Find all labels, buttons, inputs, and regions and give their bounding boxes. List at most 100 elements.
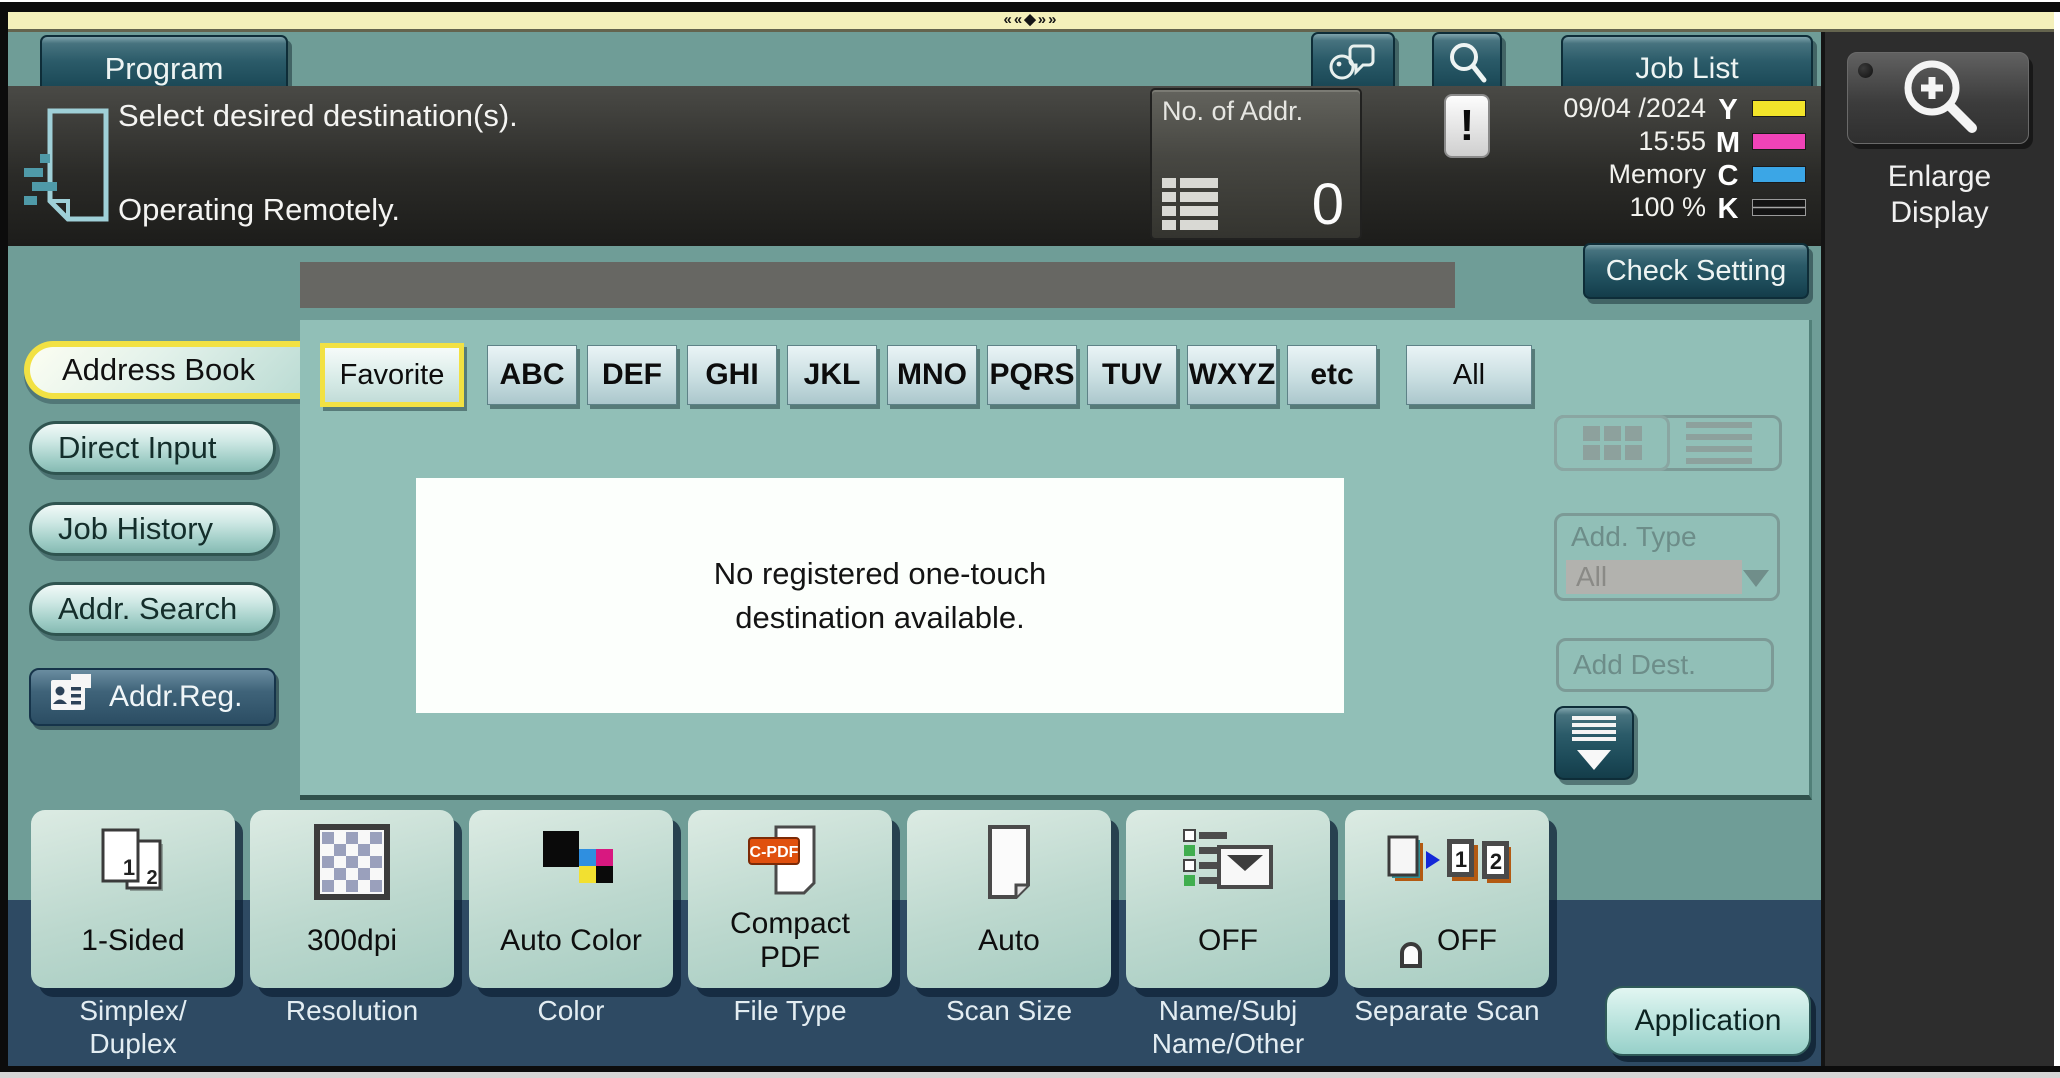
memory-label: Memory xyxy=(1488,158,1706,191)
alert-icon[interactable]: ! xyxy=(1444,94,1490,158)
name-subject-card[interactable]: OFF xyxy=(1126,810,1330,988)
svg-text:C-PDF: C-PDF xyxy=(750,844,799,861)
file-type-label: File Type xyxy=(688,994,892,1027)
pages-1-2-icon: 2 1 xyxy=(31,820,235,904)
sidebar-item-job-history[interactable]: Job History xyxy=(29,502,276,556)
tab-pqrs[interactable]: PQRS xyxy=(987,345,1077,405)
sidebar-item-direct-input[interactable]: Direct Input xyxy=(29,421,276,475)
separate-scan-value: OFF xyxy=(1437,924,1497,958)
widget-handle-strip[interactable]: ««◆»» xyxy=(8,12,2054,32)
grid-view-icon[interactable] xyxy=(1554,415,1670,471)
blank-page-icon xyxy=(907,820,1111,904)
toner-letter-m: M xyxy=(1708,127,1748,160)
svg-text:2: 2 xyxy=(1490,849,1502,874)
name-subject-label: Name/Subj Name/Other xyxy=(1126,994,1330,1060)
bezel-bottom-edge xyxy=(0,1072,2060,1078)
tab-jkl[interactable]: JKL xyxy=(787,345,877,405)
scan-document-icon xyxy=(24,106,116,231)
resolution-card[interactable]: 300dpi xyxy=(250,810,454,988)
svg-text:1: 1 xyxy=(1455,847,1467,872)
enlarge-display-label-line2: Display xyxy=(1825,196,2054,230)
color-value: Auto Color xyxy=(469,904,673,978)
add-type-dropdown[interactable]: All xyxy=(1566,560,1742,594)
add-type-label: Add. Type xyxy=(1571,521,1697,553)
scroll-down-button[interactable] xyxy=(1554,706,1634,780)
enlarge-display-button[interactable] xyxy=(1847,52,2029,144)
separate-scan-label: Separate Scan xyxy=(1345,994,1549,1027)
toner-letter-y: Y xyxy=(1708,94,1748,127)
chevron-down-icon xyxy=(1577,750,1611,770)
mini-page-icon xyxy=(1397,905,1425,977)
toner-bar-magenta xyxy=(1752,133,1806,150)
color-label: Color xyxy=(469,994,673,1027)
halftone-icon xyxy=(250,820,454,904)
tab-ghi[interactable]: GHI xyxy=(687,345,777,405)
list-envelope-icon xyxy=(1126,820,1330,904)
simplex-duplex-label: Simplex/ Duplex xyxy=(31,994,235,1060)
scan-size-value: Auto xyxy=(907,904,1111,978)
add-dest-button[interactable]: Add Dest. xyxy=(1556,638,1774,692)
magnifier-plus-icon xyxy=(1892,54,1984,143)
address-book-panel: Favorite ABC DEF GHI JKL MNO PQRS TUV WX… xyxy=(300,320,1812,800)
tab-abc[interactable]: ABC xyxy=(487,345,577,405)
separate-scan-card[interactable]: 1 2 OFF xyxy=(1345,810,1549,988)
separate-pages-icon: 1 2 xyxy=(1345,820,1549,904)
file-type-card[interactable]: C-PDF Compact PDF xyxy=(688,810,892,988)
memory-value: 100 % xyxy=(1488,191,1706,224)
address-count-label: No. of Addr. xyxy=(1162,96,1303,127)
toner-bar-cyan xyxy=(1752,166,1806,183)
toner-bar-yellow xyxy=(1752,100,1806,117)
status-time: 15:55 xyxy=(1488,125,1706,158)
sidebar-item-address-book[interactable]: Address Book xyxy=(24,341,300,399)
svg-text:1: 1 xyxy=(123,855,135,880)
destination-display-bar xyxy=(300,262,1455,308)
color-squares-icon xyxy=(469,820,673,904)
resolution-label: Resolution xyxy=(250,994,454,1027)
list-view-icon[interactable] xyxy=(1669,418,1769,468)
simplex-duplex-card[interactable]: 2 1 1-Sided xyxy=(31,810,235,988)
empty-destination-message: No registered one-touch destination avai… xyxy=(416,478,1344,713)
color-card[interactable]: Auto Color xyxy=(469,810,673,988)
view-toggle[interactable] xyxy=(1554,415,1782,471)
application-button[interactable]: Application xyxy=(1605,986,1811,1056)
mfp-touchscreen: ««◆»» Program xyxy=(0,0,2060,1078)
simplex-duplex-value: 1-Sided xyxy=(31,904,235,978)
tab-etc[interactable]: etc xyxy=(1287,345,1377,405)
machine-info: 09/04 /2024 15:55 Memory 100 % xyxy=(1488,92,1706,224)
toner-letter-k: K xyxy=(1708,193,1748,226)
tab-wxyz[interactable]: WXYZ xyxy=(1187,345,1277,405)
add-type-group: Add. Type All xyxy=(1554,513,1780,601)
tab-def[interactable]: DEF xyxy=(587,345,677,405)
tab-favorite[interactable]: Favorite xyxy=(320,343,464,407)
resolution-value: 300dpi xyxy=(250,904,454,978)
svg-text:2: 2 xyxy=(146,867,157,889)
addr-reg-button[interactable]: Addr.Reg. xyxy=(29,668,276,726)
address-register-icon xyxy=(47,672,95,722)
main-area: Program Job List xyxy=(8,32,1821,1066)
scroll-list-icon xyxy=(1572,716,1616,720)
tab-all[interactable]: All xyxy=(1406,345,1532,405)
hardware-side-panel: Enlarge Display xyxy=(1821,32,2054,1066)
file-type-value: Compact PDF xyxy=(688,904,892,978)
sidebar-item-addr-search[interactable]: Addr. Search xyxy=(29,582,276,636)
status-message-primary: Select desired destination(s). xyxy=(118,98,518,134)
tab-tuv[interactable]: TUV xyxy=(1087,345,1177,405)
screen: ««◆»» Program xyxy=(8,12,2054,1066)
addr-reg-label: Addr.Reg. xyxy=(109,680,242,714)
dropdown-arrow-icon xyxy=(1743,570,1769,587)
status-date: 09/04 /2024 xyxy=(1488,92,1706,125)
status-bar: Select desired destination(s). Operating… xyxy=(8,86,1821,246)
address-count-panel: No. of Addr. 0 xyxy=(1150,88,1362,240)
status-message-secondary: Operating Remotely. xyxy=(118,192,400,228)
tab-mno[interactable]: MNO xyxy=(887,345,977,405)
scan-size-card[interactable]: Auto xyxy=(907,810,1111,988)
address-count-icon xyxy=(1162,178,1218,230)
toner-letter-c: C xyxy=(1708,160,1748,193)
name-subject-value: OFF xyxy=(1126,904,1330,978)
check-setting-button[interactable]: Check Setting xyxy=(1583,243,1809,299)
scan-size-label: Scan Size xyxy=(907,994,1111,1027)
enlarge-led-indicator xyxy=(1858,63,1873,78)
address-count-value: 0 xyxy=(1312,171,1344,238)
bezel-left xyxy=(0,12,8,1068)
enlarge-display-label-line1: Enlarge xyxy=(1825,160,2054,194)
